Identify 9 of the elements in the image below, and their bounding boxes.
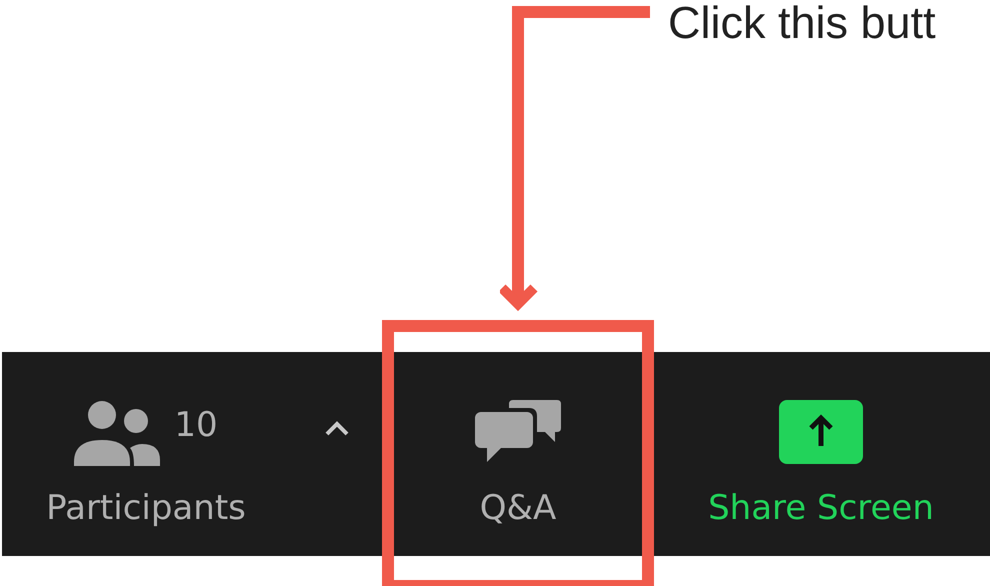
participants-button[interactable]: 10 Participants	[46, 400, 246, 528]
annotation-text: Click this butt	[668, 0, 936, 49]
chat-bubbles-icon	[475, 400, 561, 464]
qa-button[interactable]: Q&A	[475, 400, 561, 528]
share-screen-icon	[778, 400, 863, 464]
participant-count: 10	[174, 408, 218, 442]
caret-icon	[324, 421, 350, 437]
share-screen-button[interactable]: Share Screen	[708, 400, 934, 528]
people-icon	[74, 400, 160, 466]
